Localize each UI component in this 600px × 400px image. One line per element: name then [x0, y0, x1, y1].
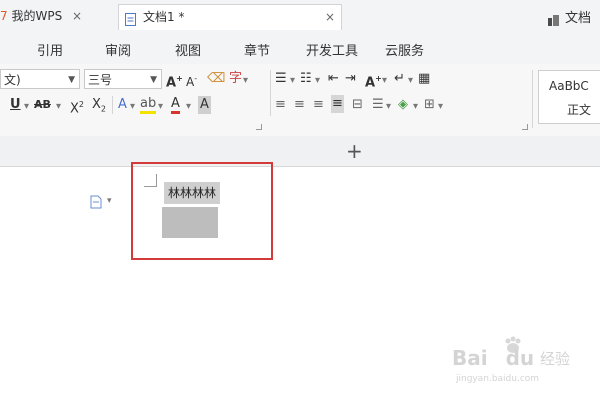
tab-document-1[interactable]: 文档1 * × [118, 4, 342, 30]
style-gallery[interactable]: AaBbC 正文 [538, 70, 600, 124]
document-icon [125, 10, 136, 26]
grow-font-button[interactable]: A+ [166, 70, 183, 92]
document-tab-label: 文档1 * [143, 10, 185, 24]
close-icon[interactable]: × [72, 9, 82, 23]
chevron-down-icon[interactable]: ▾ [408, 72, 413, 90]
text-direction-label: A [365, 75, 376, 91]
chevron-down-icon[interactable]: ▾ [438, 98, 443, 116]
grow-font-label: A [166, 75, 177, 91]
watermark-url: jingyan.baidu.com [456, 374, 540, 384]
ribbon-separator [112, 96, 113, 114]
tab-review[interactable]: 审阅 [105, 40, 131, 59]
app-icon [548, 11, 559, 26]
new-tab-button[interactable]: + [346, 139, 363, 163]
font-name-select[interactable]: 文) ▼ [0, 69, 80, 89]
wps-home-label: 我的WPS [11, 9, 63, 23]
font-size-value: 三号 [88, 73, 113, 87]
superscript-label: X [70, 101, 79, 117]
font-name-value: 文) [4, 73, 21, 87]
tab-view[interactable]: 视图 [175, 40, 201, 59]
chevron-down-icon[interactable]: ▾ [186, 98, 191, 116]
chevron-down-icon[interactable]: ▾ [24, 98, 29, 116]
char-shading-button[interactable]: A [198, 96, 211, 114]
clear-format-icon[interactable]: ⌫ [207, 70, 225, 88]
window-title: 文档 [565, 11, 592, 26]
borders-icon[interactable]: ⊞ [424, 96, 435, 114]
chevron-down-icon[interactable]: ▾ [290, 72, 295, 90]
wps-home-prefix: 7 [0, 9, 8, 23]
tab-my-wps[interactable]: 7 我的WPS × [0, 4, 116, 30]
paragraph-mark-icon[interactable]: ↵ [394, 70, 405, 88]
chevron-down-icon[interactable]: ▾ [56, 98, 61, 116]
shading-fill-icon[interactable]: ◈ [398, 96, 408, 114]
style-name: 正文 [567, 103, 592, 117]
underline-button[interactable]: U [10, 96, 21, 114]
increase-indent-icon[interactable]: ⇥ [345, 70, 356, 88]
numbered-list-icon[interactable]: ☷ [300, 70, 312, 88]
text-effect-button[interactable]: A [118, 96, 127, 114]
align-center-icon[interactable]: ≡ [294, 96, 305, 114]
chevron-down-icon: ▼ [150, 75, 157, 85]
tab-cloud-service[interactable]: 云服务 [385, 40, 424, 59]
font-size-select[interactable]: 三号 ▼ [84, 69, 162, 89]
tab-developer[interactable]: 开发工具 [306, 40, 358, 59]
strikethrough-button[interactable]: AB [34, 96, 51, 114]
chevron-down-icon[interactable]: ▾ [315, 72, 320, 90]
justify-icon[interactable]: ≡ [331, 95, 344, 113]
distribute-icon[interactable]: ⊟ [352, 96, 363, 114]
line-spacing-icon[interactable]: ☰ [372, 96, 384, 114]
tab-references[interactable]: 引用 [37, 40, 63, 59]
bullet-list-icon[interactable]: ☰ [275, 70, 287, 88]
table-grid-icon[interactable]: ▦ [418, 70, 430, 88]
tab-chapter[interactable]: 章节 [244, 40, 270, 59]
font-color-button[interactable]: A [171, 96, 180, 114]
chevron-down-icon[interactable]: ▾ [386, 98, 391, 116]
ribbon-separator [532, 70, 533, 128]
watermark-suffix: 经验 [540, 350, 571, 368]
chevron-down-icon[interactable]: ▾ [413, 98, 418, 116]
menu-tab-bar [0, 34, 600, 64]
style-preview: AaBbC [549, 79, 589, 93]
font-group-launcher[interactable] [256, 124, 262, 130]
shrink-font-button[interactable]: A- [186, 70, 197, 91]
decrease-indent-icon[interactable]: ⇤ [328, 70, 339, 88]
align-left-icon[interactable]: ≡ [275, 96, 286, 114]
phonetic-guide-icon[interactable]: 字 [229, 70, 242, 88]
chevron-down-icon[interactable]: ▾ [130, 98, 135, 116]
subscript-label: X [92, 97, 101, 112]
annotation-highlight-box [131, 162, 273, 260]
watermark-brand: Bai du [452, 346, 534, 370]
chevron-down-icon[interactable]: ▾ [107, 196, 112, 206]
baidu-watermark: Bai du 经验 jingyan.baidu.com [452, 336, 592, 388]
paragraph-group-launcher[interactable] [522, 124, 528, 130]
align-right-icon[interactable]: ≡ [313, 96, 324, 114]
watermark-brand-part2: du [505, 346, 535, 370]
close-icon[interactable]: × [325, 5, 335, 29]
text-direction-button[interactable]: A+ [365, 70, 382, 92]
chevron-down-icon[interactable]: ▾ [158, 98, 163, 116]
document-tab-bar [0, 136, 600, 167]
paragraph-layout-icon[interactable] [90, 194, 102, 209]
subscript-button[interactable]: X2 [92, 96, 106, 119]
chevron-down-icon: ▼ [68, 75, 75, 85]
shrink-font-label: A [186, 75, 195, 89]
highlighter-icon[interactable]: ab [140, 96, 157, 114]
ribbon-separator [270, 70, 271, 116]
chevron-down-icon[interactable]: ▾ [243, 72, 248, 90]
superscript-button[interactable]: X2 [70, 96, 84, 118]
watermark-brand-part1: Bai [452, 346, 488, 370]
chevron-down-icon[interactable]: ▾ [382, 72, 387, 90]
